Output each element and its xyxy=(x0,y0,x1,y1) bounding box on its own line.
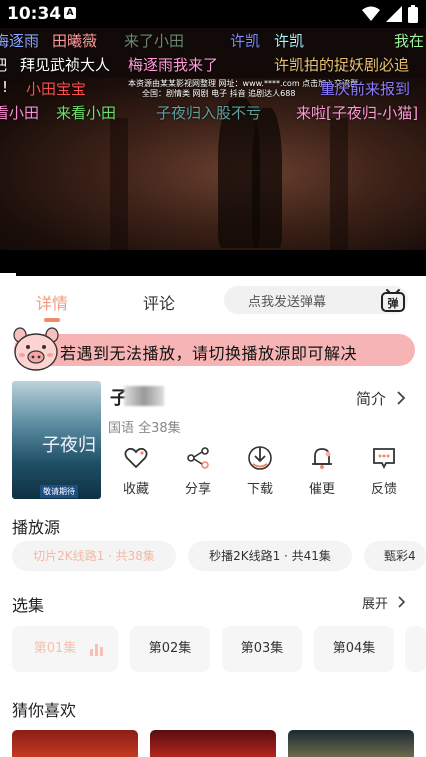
feedback-icon xyxy=(373,448,395,470)
action-bar: 收藏 分享 下载 催更 反馈 xyxy=(106,444,418,500)
wifi-icon xyxy=(362,6,380,21)
video-player[interactable]: 梅逐雨 田曦薇 来了小田 许凯 许凯 我在 吧 拜见武祯大人 梅逐雨我来了 许凯… xyxy=(0,28,426,276)
danmaku-comment: 重庆前来报到 xyxy=(320,80,411,98)
poster-title: 子夜归 xyxy=(42,435,96,456)
episode-item[interactable]: 第01集 xyxy=(12,626,118,672)
danmaku-comment: 梅逐雨我来了 xyxy=(128,56,219,74)
danmaku-comment: 田曦薇 xyxy=(52,32,98,50)
status-bar: 10:34 A xyxy=(0,0,426,28)
recommend-card[interactable] xyxy=(12,730,138,757)
heart-icon xyxy=(124,447,148,469)
recommend-card[interactable] xyxy=(288,730,414,757)
danmaku-comment: 许凯拍的捉妖剧必追 xyxy=(274,56,410,74)
share-button[interactable]: 分享 xyxy=(168,444,228,497)
chevron-right-icon[interactable] xyxy=(396,390,406,406)
episode-section-title: 选集 xyxy=(12,596,45,615)
episode-item[interactable]: 第02集 xyxy=(130,626,210,672)
danmaku-comment: 看小田 xyxy=(0,104,40,122)
feedback-label: 反馈 xyxy=(370,482,397,497)
source-chip[interactable]: 甄彩4 xyxy=(364,541,426,571)
tab-details[interactable]: 详情 xyxy=(36,290,68,322)
recommend-card[interactable] xyxy=(150,730,276,757)
danmaku-comment: ! xyxy=(2,78,9,96)
status-time: 10:34 xyxy=(7,4,62,24)
recommend-section-title: 猜你喜欢 xyxy=(12,701,77,720)
notice-text: 若遇到无法播放，请切换播放源即可解决 xyxy=(60,344,358,363)
source-chip[interactable]: 切片2K线路1 · 共38集 xyxy=(12,541,176,571)
scene-figure xyxy=(252,108,282,248)
danmaku-input-placeholder: 点我发送弹幕 xyxy=(248,295,327,310)
system-icons xyxy=(362,5,418,23)
pig-mascot-icon xyxy=(13,327,59,371)
danmaku-comment: 吧 xyxy=(0,54,7,75)
danmaku-comment: 梅逐雨 xyxy=(0,32,40,50)
download-button[interactable]: 下载 xyxy=(230,444,290,497)
danmaku-comment: 小田宝宝 xyxy=(26,80,87,98)
danmaku-comment: 许凯 xyxy=(274,32,305,50)
urge-update-button[interactable]: 催更 xyxy=(292,444,352,497)
danmaku-toggle-icon[interactable]: 弹 xyxy=(380,287,406,313)
danmaku-toggle-label: 弹 xyxy=(388,296,399,310)
danmaku-comment: 我在 xyxy=(394,32,425,50)
expand-episodes-button[interactable]: 展开 xyxy=(362,593,406,612)
download-icon xyxy=(248,446,272,470)
share-label: 分享 xyxy=(184,482,211,497)
episode-item[interactable]: 第04集 xyxy=(314,626,394,672)
poster-badge: 敬请期待 xyxy=(40,485,78,498)
scene-pillar xyxy=(110,118,128,250)
urge-update-label: 催更 xyxy=(308,482,335,497)
source-section-title: 播放源 xyxy=(12,518,61,537)
danmaku-comment: 来了小田 xyxy=(124,32,185,50)
player-control-bar xyxy=(0,250,426,276)
detail-tab-bar: 详情 评论 点我发送弹幕 xyxy=(0,276,426,326)
notification-icon: A xyxy=(64,7,76,19)
episode-item[interactable]: 第03集 xyxy=(222,626,302,672)
download-label: 下载 xyxy=(246,482,273,497)
episode-label: 第01集 xyxy=(33,641,77,656)
danmaku-comment: 子夜归入股不亏 xyxy=(156,104,262,122)
expand-label: 展开 xyxy=(362,597,389,612)
signal-icon xyxy=(386,6,402,22)
chevron-right-icon xyxy=(398,596,406,608)
scene-pillar xyxy=(330,118,348,250)
intro-link[interactable]: 简介 xyxy=(356,388,386,409)
battery-icon xyxy=(408,5,418,23)
notice-banner: 若遇到无法播放，请切换播放源即可解决 xyxy=(14,334,415,366)
episode-item[interactable] xyxy=(405,626,426,672)
danmaku-comment: 许凯 xyxy=(230,32,261,50)
feedback-button[interactable]: 反馈 xyxy=(354,444,414,497)
video-watermark: 全国：剧情类 网剧 电子 抖音 追剧达人688 xyxy=(142,89,296,98)
favorite-button[interactable]: 收藏 xyxy=(106,444,166,497)
playing-indicator-icon xyxy=(90,644,103,656)
favorite-label: 收藏 xyxy=(122,482,149,497)
danmaku-comment: 拜见武祯大人 xyxy=(20,56,111,74)
drama-poster[interactable]: 子夜归 敬请期待 xyxy=(12,381,101,499)
drama-title-blurred xyxy=(124,386,164,406)
danmaku-comment: 来啦[子夜归-小猫] xyxy=(296,104,419,122)
drama-meta: 国语 全38集 xyxy=(108,421,181,436)
source-chip[interactable]: 秒播2K线路1 · 共41集 xyxy=(188,541,352,571)
share-icon xyxy=(187,447,209,469)
tab-comments[interactable]: 评论 xyxy=(143,290,175,314)
danmaku-comment: 来看小田 xyxy=(56,104,117,122)
bell-icon xyxy=(312,448,332,469)
